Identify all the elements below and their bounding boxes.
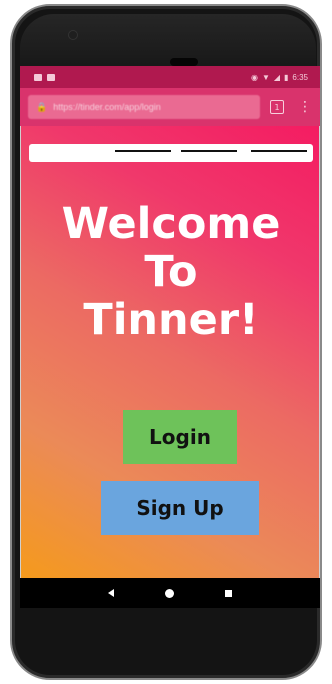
status-time: 6:35 xyxy=(292,72,308,82)
url-bar[interactable]: 🔒 https://tinder.com/app/login xyxy=(28,95,260,119)
system-icons: ◉ ▼ ◢ ▮ 6:35 xyxy=(251,73,308,82)
android-nav-bar xyxy=(20,578,320,608)
app-screen: Welcome To Tinner! Login Sign Up xyxy=(20,126,320,578)
tab-switcher-icon[interactable]: 1 xyxy=(270,100,284,114)
nav-line[interactable] xyxy=(181,150,237,152)
signup-button[interactable]: Sign Up xyxy=(101,481,259,535)
home-icon[interactable] xyxy=(164,588,174,598)
top-nav-bar xyxy=(29,144,313,162)
alarm-icon: ◉ xyxy=(250,72,258,82)
status-bar: ◉ ▼ ◢ ▮ 6:35 xyxy=(20,66,320,88)
lock-icon: 🔒 xyxy=(36,101,48,112)
notification-icon xyxy=(34,73,42,81)
url-text: https://tinder.com/app/login xyxy=(53,102,161,112)
welcome-heading: Welcome To Tinner! xyxy=(61,199,281,345)
back-icon[interactable] xyxy=(107,589,114,597)
signal-icon: ◢ xyxy=(273,72,281,82)
front-camera xyxy=(68,30,78,40)
recents-icon[interactable] xyxy=(225,589,233,597)
nav-line[interactable] xyxy=(251,150,307,152)
wifi-icon: ▼ xyxy=(261,72,270,82)
browser-toolbar: 🔒 https://tinder.com/app/login 1 ⋮ xyxy=(20,88,320,126)
earpiece-speaker xyxy=(170,58,198,66)
notification-icons xyxy=(34,73,55,81)
notification-icon xyxy=(47,73,55,81)
login-button[interactable]: Login xyxy=(123,410,237,464)
nav-line[interactable] xyxy=(115,150,171,152)
battery-icon: ▮ xyxy=(284,72,289,82)
overflow-menu-icon[interactable]: ⋮ xyxy=(298,100,312,114)
